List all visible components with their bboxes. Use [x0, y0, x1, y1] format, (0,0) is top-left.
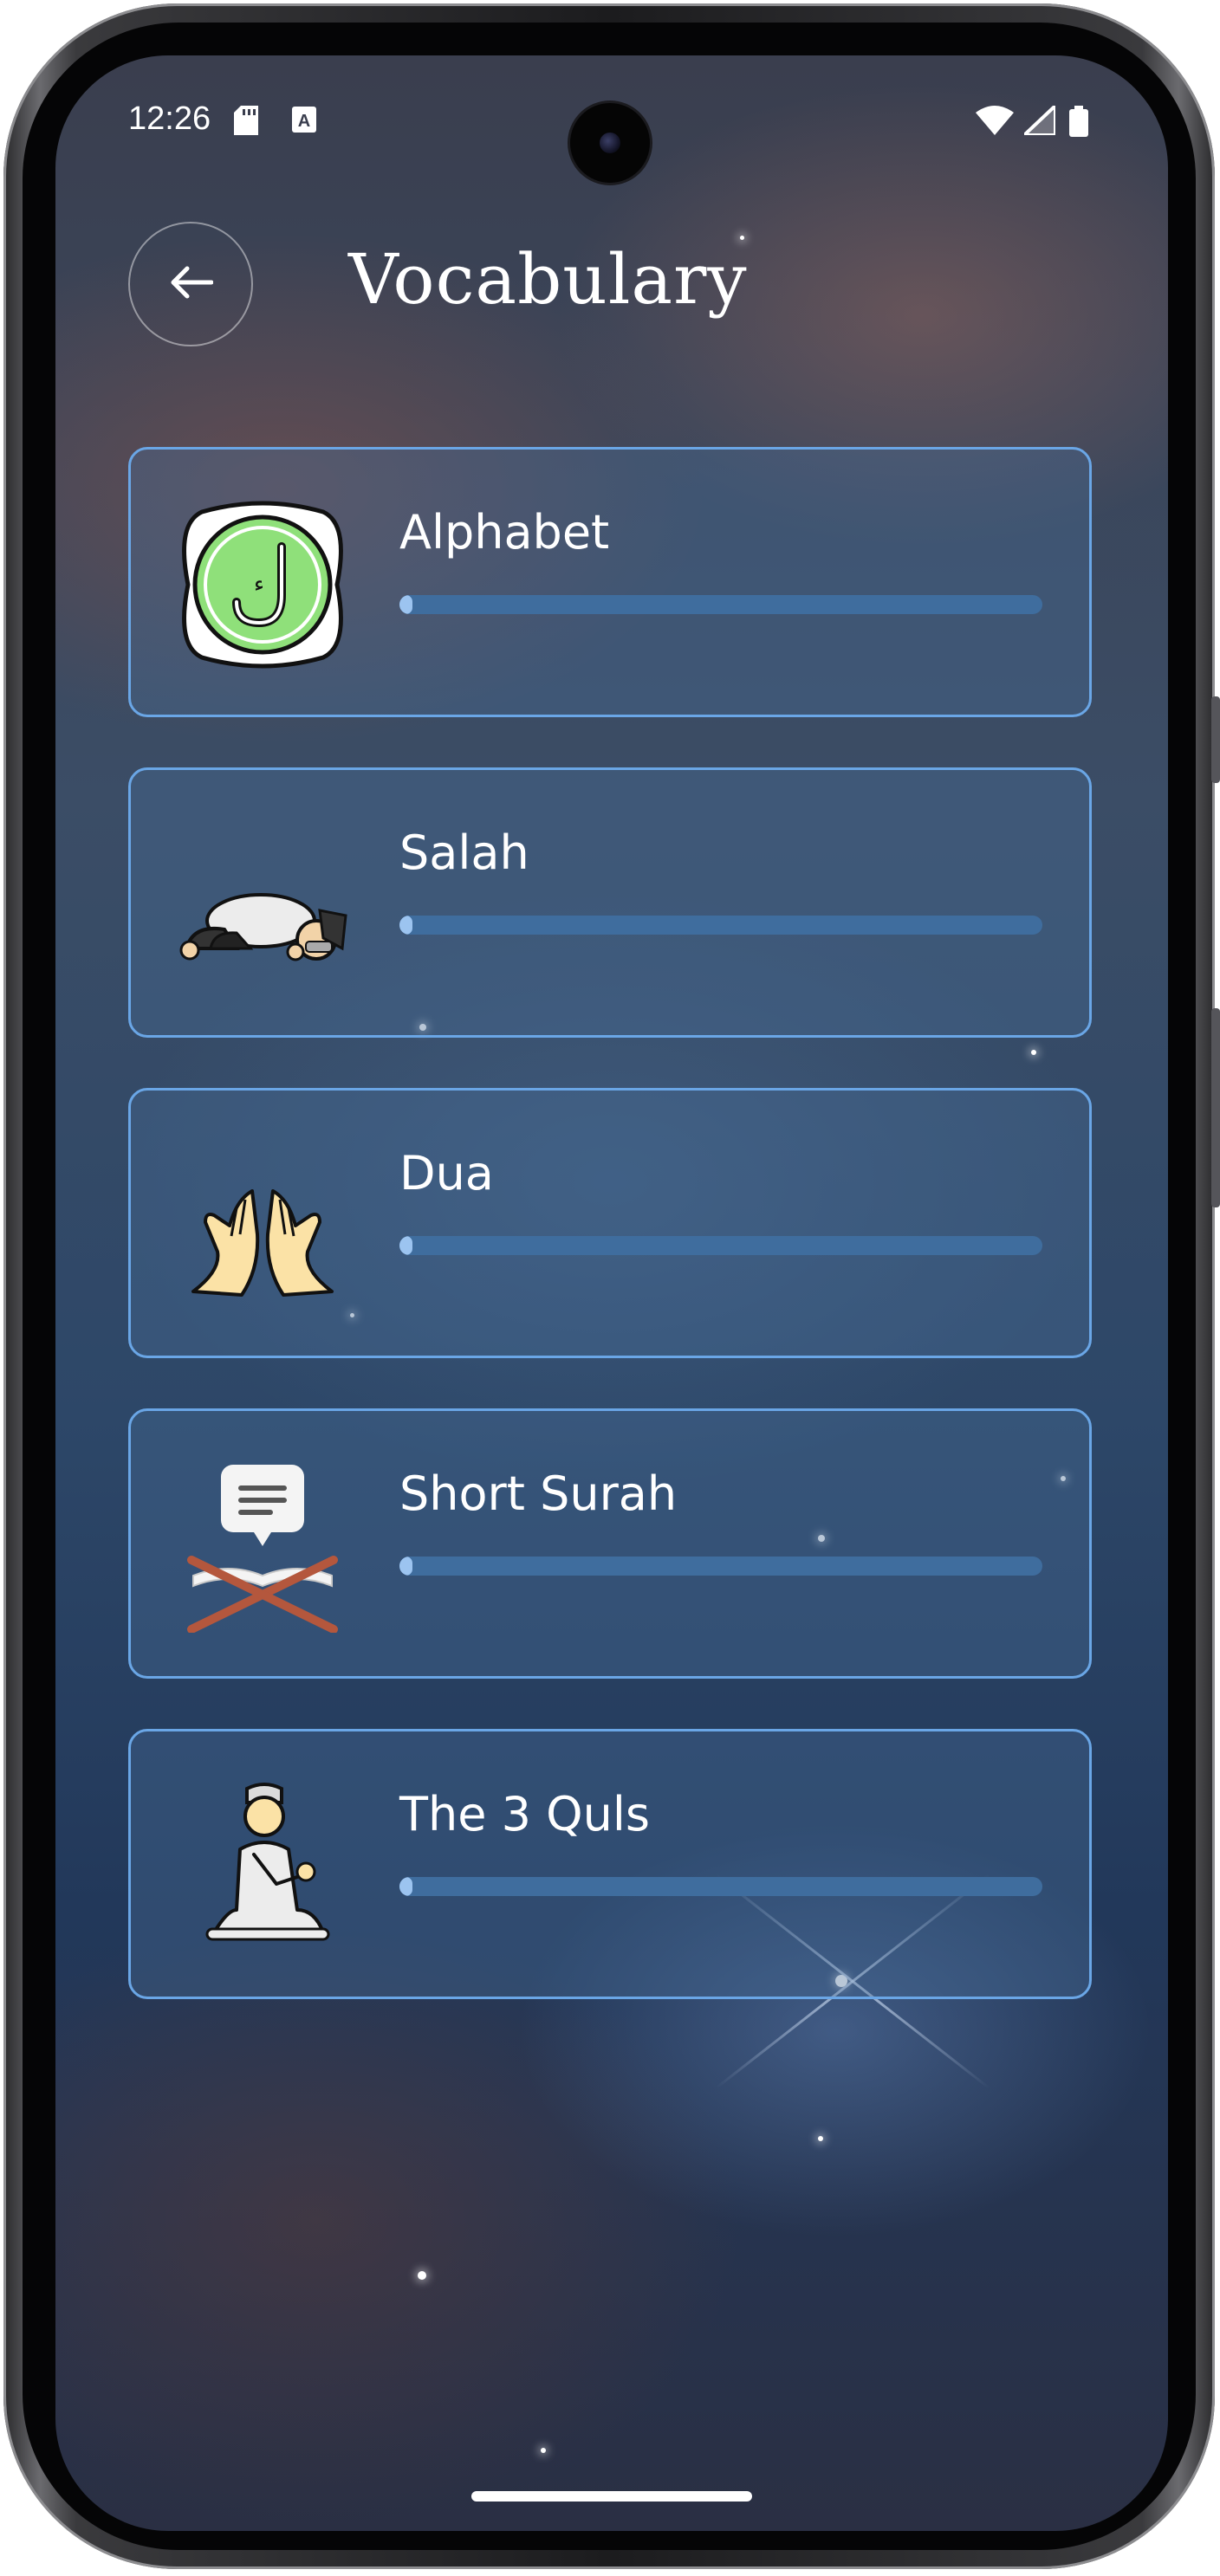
wifi-icon — [976, 106, 1014, 139]
progress-fill — [399, 1557, 412, 1576]
progress-fill — [399, 1877, 412, 1896]
arrow-left-icon — [168, 265, 214, 304]
sd-card-icon — [234, 106, 258, 139]
screen: 12:26 A Vocabulary ء Alphabet Salah Dua … — [55, 55, 1168, 2531]
home-indicator[interactable] — [471, 2491, 752, 2502]
prostrating-man-icon — [176, 819, 349, 992]
category-label: Alphabet — [399, 505, 610, 560]
text-recognition-icon: A — [291, 106, 317, 138]
power-button — [1211, 1008, 1220, 1207]
front-camera — [570, 103, 650, 183]
category-label: Dua — [399, 1146, 494, 1201]
progress-bar — [399, 595, 1042, 614]
progress-fill — [399, 595, 412, 614]
progress-bar — [399, 1236, 1042, 1255]
progress-fill — [399, 916, 412, 935]
category-card-the-3-quls[interactable]: The 3 Quls — [128, 1729, 1092, 1999]
progress-bar — [399, 1557, 1042, 1576]
raised-praying-hands-icon — [176, 1139, 349, 1312]
cellular-signal-icon — [1019, 101, 1057, 139]
kneeling-praying-man-icon — [176, 1780, 349, 1953]
category-card-dua[interactable]: Dua — [128, 1088, 1092, 1358]
battery-icon — [1069, 106, 1088, 141]
progress-bar — [399, 916, 1042, 935]
category-label: Salah — [399, 825, 529, 880]
phone-frame: 12:26 A Vocabulary ء Alphabet Salah Dua … — [3, 3, 1220, 2569]
category-label: Short Surah — [399, 1466, 678, 1521]
progress-bar — [399, 1877, 1042, 1896]
star — [541, 2448, 546, 2453]
status-time: 12:26 — [128, 100, 211, 137]
arabic-letter-badge-icon: ء — [176, 498, 349, 671]
progress-fill — [399, 1236, 412, 1255]
volume-button — [1211, 696, 1220, 783]
star — [418, 2271, 426, 2280]
category-card-short-surah[interactable]: Short Surah — [128, 1408, 1092, 1679]
category-card-alphabet[interactable]: ء Alphabet — [128, 447, 1092, 717]
star — [1031, 1050, 1036, 1055]
category-card-salah[interactable]: Salah — [128, 767, 1092, 1038]
back-button[interactable] — [128, 222, 253, 346]
svg-text:A: A — [298, 112, 310, 131]
category-label: The 3 Quls — [399, 1787, 650, 1841]
quran-on-stand-icon — [176, 1460, 349, 1634]
svg-text:ء: ء — [254, 572, 264, 598]
star — [818, 2136, 823, 2141]
page-title: Vocabulary — [348, 239, 748, 320]
